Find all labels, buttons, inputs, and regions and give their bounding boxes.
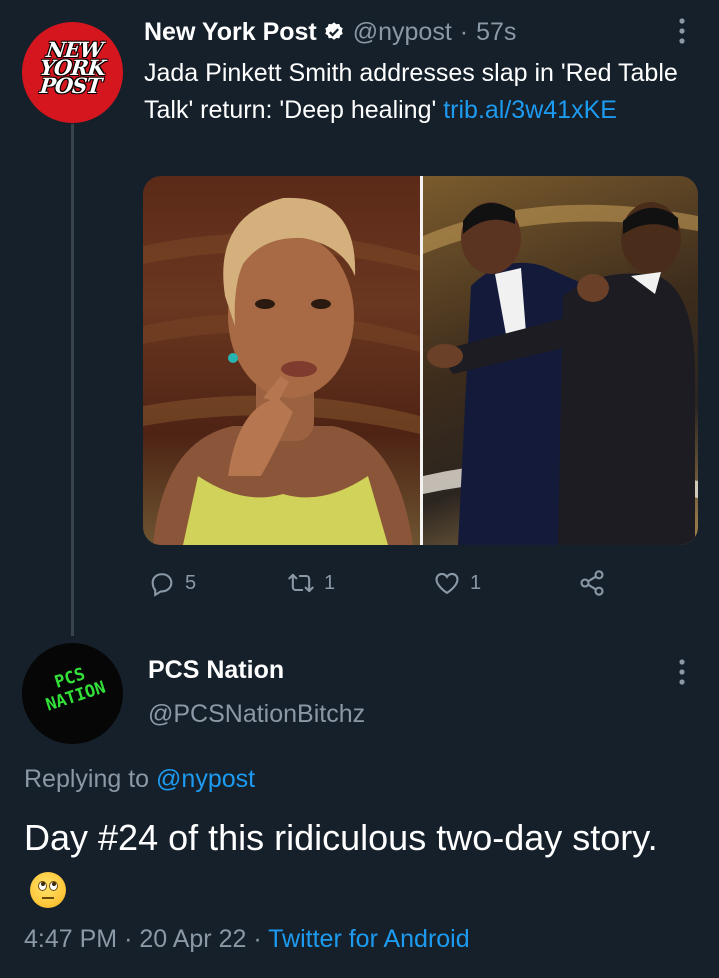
reply-body: Day #24 of this ridiculous two-day story…	[24, 817, 658, 858]
like-count: 1	[470, 571, 482, 594]
author-name[interactable]: New York Post	[144, 18, 317, 47]
nypost-logo: NEW YORK POST	[38, 37, 107, 98]
reply-icon	[151, 573, 173, 597]
replying-prefix: Replying to	[24, 765, 150, 793]
thread-line	[71, 124, 74, 636]
tweet-header: New York Post @nypost · 57s	[144, 15, 516, 49]
separator-dot: ·	[253, 925, 262, 953]
rolling-eyes-emoji-icon	[30, 872, 66, 908]
tweet-text: Jada Pinkett Smith addresses slap in 'Re…	[144, 55, 684, 129]
photo-oscars-slap[interactable]	[423, 176, 698, 545]
separator-dot: ·	[124, 925, 133, 953]
photo-jada-pinkett-smith[interactable]	[143, 176, 420, 545]
avatar[interactable]: PCS NATION	[22, 643, 123, 744]
pcs-nation-logo: PCS NATION	[43, 664, 109, 716]
reply-count: 5	[185, 571, 197, 594]
reply-action[interactable]: 5	[148, 566, 196, 600]
tweet-timestamp[interactable]: 57s	[476, 18, 516, 47]
replying-to: Replying to @nypost	[24, 765, 255, 794]
replying-handle-link[interactable]: @nypost	[156, 765, 255, 793]
tweet-time[interactable]: 4:47 PM	[24, 925, 117, 953]
more-options-icon[interactable]	[678, 659, 686, 685]
more-options-icon[interactable]	[678, 18, 686, 44]
tweet-link[interactable]: trib.al/3w41xKE	[443, 96, 617, 124]
share-action[interactable]	[578, 566, 606, 600]
tweet-meta: 4:47 PM · 20 Apr 22 · Twitter for Androi…	[24, 925, 470, 954]
author-handle[interactable]: @PCSNationBitchz	[148, 700, 365, 729]
retweet-action[interactable]: 1	[287, 566, 335, 600]
avatar[interactable]: NEW YORK POST	[22, 22, 123, 123]
like-action[interactable]: 1	[433, 566, 481, 600]
retweet-count: 1	[324, 571, 336, 594]
author-name[interactable]: PCS Nation	[148, 656, 284, 685]
heart-icon	[435, 572, 459, 595]
tweet-source-link[interactable]: Twitter for Android	[268, 925, 469, 953]
tweet-date[interactable]: 20 Apr 22	[139, 925, 246, 953]
separator-dot: ·	[459, 17, 469, 46]
verified-badge-icon	[325, 22, 343, 40]
reply-text: Day #24 of this ridiculous two-day story…	[24, 812, 704, 914]
author-handle[interactable]: @nypost	[353, 18, 452, 47]
retweet-icon	[288, 573, 314, 593]
share-icon	[580, 570, 604, 596]
tweet-media[interactable]	[143, 176, 698, 545]
